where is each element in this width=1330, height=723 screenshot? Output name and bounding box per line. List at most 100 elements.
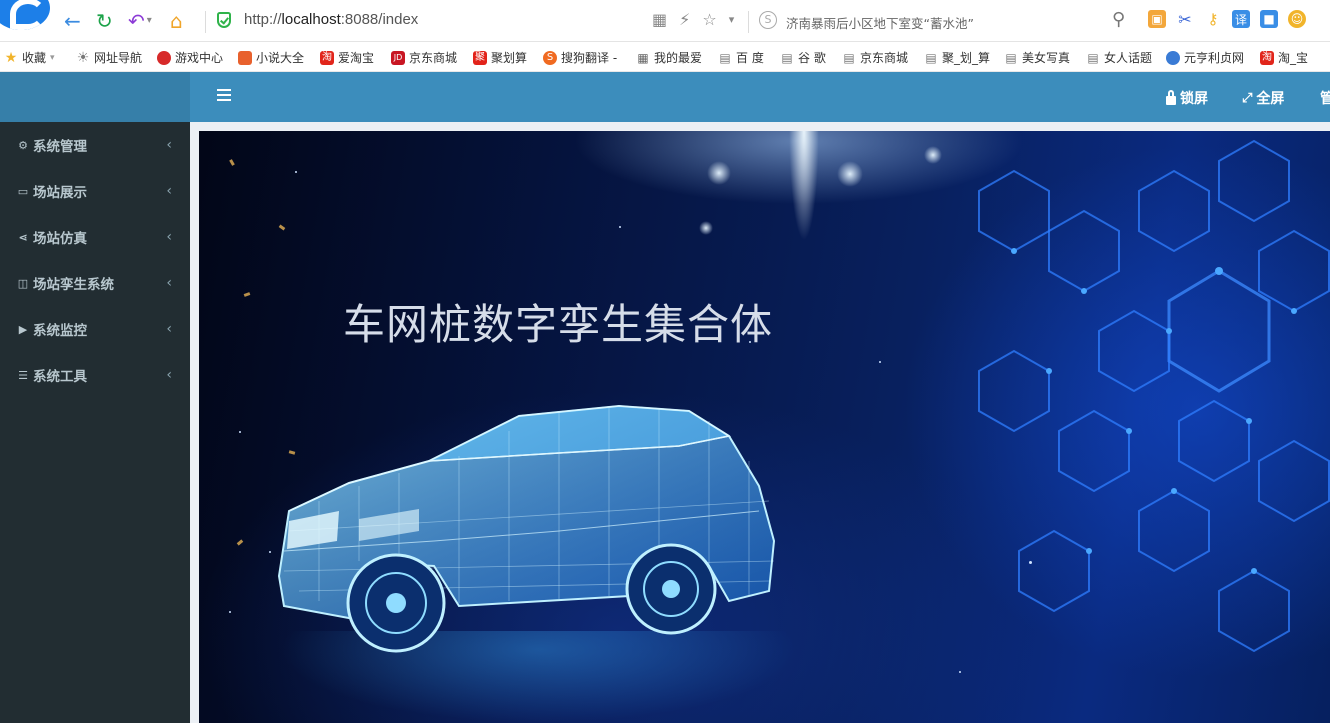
scissors-icon[interactable]: ✂ (1176, 10, 1194, 29)
welcome-banner: 车网桩数字孪生集合体 (199, 131, 1330, 723)
search-icon[interactable]: ⚲ (1112, 9, 1125, 30)
url-host: localhost (281, 11, 341, 28)
lightning-icon[interactable]: ⚡ (679, 10, 690, 29)
bookmark-item[interactable]: 游戏中心 (157, 49, 223, 66)
star-icon[interactable]: ☆ (702, 10, 716, 29)
app-header: 锁屏 ⤢ 全屏 管 (0, 72, 1330, 122)
brand-area (0, 72, 190, 122)
lock-screen-button[interactable]: 锁屏 (1166, 88, 1208, 108)
page-icon: ▤ (843, 50, 855, 65)
sidebar-item-system-management[interactable]: ⚙ 系统管理 ‹ (0, 122, 190, 168)
search-input[interactable]: 济南暴雨后小区地下室变“蓄水池” (786, 13, 974, 32)
extension-icon[interactable]: ▣ (1148, 10, 1166, 28)
undo-icon[interactable]: ↶ ▾ (128, 9, 152, 33)
bookmark-label: 聚划算 (491, 51, 528, 65)
bookmark-label: 百 度 (736, 51, 764, 65)
bookmark-item[interactable]: ▤ 谷 歌 (780, 49, 826, 66)
bookmark-item[interactable]: ▤ 聚_划_算 (924, 49, 990, 66)
sidebar-item-label: 场站孪生系统 (33, 277, 114, 293)
bookmark-label: 搜狗翻译 - (561, 51, 618, 65)
game-icon (157, 50, 171, 65)
address-tools: ▦ ⚡ ☆ ▾ (652, 10, 734, 29)
page-icon: ▤ (1087, 50, 1099, 65)
sidebar-item-label: 系统管理 (33, 139, 87, 155)
page-icon: ▤ (719, 50, 731, 65)
grid-icon: ▦ (637, 50, 649, 65)
sidebar-item-digital-twin[interactable]: ◫ 场站孪生系统 ‹ (0, 260, 190, 306)
bookmark-item[interactable]: 淘爱淘宝 (320, 49, 374, 66)
toolbar-divider (205, 11, 206, 33)
star (229, 611, 231, 613)
browser-toolbar: ← ↻ ↶ ▾ ⌂ http://localhost:8088/index ▦ ⚡… (0, 0, 1330, 42)
book-icon (238, 50, 252, 65)
jd-icon: JD (391, 50, 405, 65)
back-arrow-icon[interactable]: ← (64, 9, 81, 33)
chevron-left-icon: ‹ (166, 183, 172, 199)
fullscreen-button[interactable]: ⤢ 全屏 (1242, 88, 1284, 108)
translate-icon[interactable]: 译 (1232, 10, 1250, 28)
url-scheme: http:// (244, 11, 282, 28)
sidebar-item-station-display[interactable]: ▭ 场站展示 ‹ (0, 168, 190, 214)
extension-icons: ▣ ✂ ⚷ 译 ■ ☺ (1148, 10, 1306, 29)
qr-code-icon[interactable]: ▦ (652, 10, 667, 29)
admin-label: 管 (1320, 91, 1330, 107)
bookmark-item[interactable]: 元亨利贞网 (1166, 49, 1244, 66)
note-icon[interactable]: ■ (1260, 10, 1278, 28)
bookmark-item[interactable]: 聚聚划算 (473, 49, 527, 66)
bookmark-item[interactable]: S 搜狗翻译 - (543, 49, 617, 66)
address-bar[interactable]: http://localhost:8088/index (244, 11, 418, 28)
sidebar-item-label: 系统工具 (33, 369, 87, 385)
bookmark-label: 游戏中心 (175, 51, 224, 65)
bookmark-item[interactable]: ▤ 百 度 (718, 49, 764, 66)
bookmark-label: 淘_宝 (1278, 51, 1309, 65)
sidebar-item-label: 场站仿真 (33, 231, 87, 247)
bookmark-item[interactable]: ▤ 京东商城 (842, 49, 908, 66)
bookmark-item[interactable]: 小说大全 (238, 49, 304, 66)
bookmark-item[interactable]: ▤ 女人话题 (1086, 49, 1152, 66)
sidebar-item-station-simulation[interactable]: ⋖ 场站仿真 ‹ (0, 214, 190, 260)
menu-toggle-icon[interactable] (217, 89, 231, 101)
bookmark-item[interactable]: ☀ 网址导航 (76, 49, 142, 66)
bookmark-item[interactable]: 淘淘_宝 (1260, 49, 1308, 66)
chevron-left-icon: ‹ (166, 367, 172, 383)
taobao-icon: 淘 (1260, 50, 1274, 65)
key-icon[interactable]: ⚷ (1204, 10, 1222, 28)
share-icon: ⋖ (18, 230, 28, 244)
star (239, 431, 241, 433)
globe-icon: ☀ (76, 49, 90, 66)
emoji-icon[interactable]: ☺ (1288, 10, 1306, 28)
sogou-icon: S (543, 50, 557, 65)
home-icon[interactable]: ⌂ (170, 9, 183, 33)
bookmark-item[interactable]: ▤ 美女写真 (1004, 49, 1070, 66)
star (295, 171, 297, 173)
sidebar-item-system-tools[interactable]: ☰ 系统工具 ‹ (0, 352, 190, 398)
confetti (236, 539, 244, 546)
bookmark-item[interactable]: JD 京东商城 (391, 49, 457, 66)
expand-icon: ⤢ (1242, 90, 1253, 106)
bookmarks-bar: ★ 收藏 ▾ ☀ 网址导航 游戏中心 小说大全 淘爱淘宝 JD 京东商城 聚聚划算 S搜… (0, 42, 1330, 72)
bookmark-label: 美女写真 (1022, 51, 1071, 65)
admin-menu-button[interactable]: 管 (1320, 88, 1330, 108)
dropdown-icon[interactable]: ▾ (729, 13, 735, 29)
monitor-icon: ▭ (17, 184, 29, 198)
fullscreen-label: 全屏 (1256, 91, 1285, 107)
main-content: 车网桩数字孪生集合体 (190, 122, 1330, 723)
bookmark-label: 小说大全 (256, 51, 305, 65)
sitemap-icon: ◫ (17, 276, 29, 290)
bookmark-label: 我的最爱 (654, 51, 703, 65)
star (1029, 561, 1032, 564)
reload-icon[interactable]: ↻ (96, 9, 113, 33)
confetti (243, 292, 251, 297)
lock-screen-label: 锁屏 (1180, 91, 1208, 107)
sidebar-item-system-monitor[interactable]: ▶ 系统监控 ‹ (0, 306, 190, 352)
bookmark-item[interactable]: ▦ 我的最爱 (636, 49, 702, 66)
chevron-left-icon: ‹ (166, 229, 172, 245)
bookmark-item[interactable]: ★ 收藏 ▾ (4, 49, 55, 66)
glow-particle (707, 161, 731, 185)
browser-logo-icon (0, 0, 50, 30)
page-icon: ▤ (781, 50, 793, 65)
star (879, 361, 881, 363)
star (619, 226, 621, 228)
yuanheng-icon (1166, 50, 1180, 65)
glow-particle (837, 161, 863, 187)
